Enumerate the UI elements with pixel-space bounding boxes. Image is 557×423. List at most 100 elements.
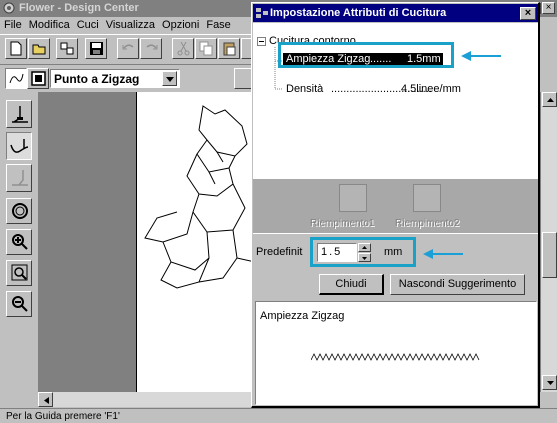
preset-label: Predefinit	[256, 246, 303, 258]
sew-edit-tool[interactable]	[6, 164, 32, 192]
toolbar-stitch: Punto a Zigzag	[0, 64, 260, 90]
sewing-needle-icon	[12, 106, 28, 123]
fill2-swatch	[413, 184, 441, 212]
toolbar-main	[0, 34, 260, 62]
hint-panel: Ampiezza Zigzag	[255, 301, 537, 405]
paste-icon	[223, 42, 236, 56]
copy-icon	[199, 41, 213, 56]
density-value: 4.5linee/mm	[401, 83, 461, 95]
preset-value-input[interactable]: 1.5	[317, 243, 357, 262]
fill-buttons-panel: Riempimento1 Riempimento2	[253, 179, 538, 233]
close-icon: ×	[524, 7, 532, 19]
scroll-left-button[interactable]	[38, 392, 53, 407]
arrow-up-icon	[547, 98, 554, 102]
design-page[interactable]	[136, 92, 260, 392]
zoom-in-tool[interactable]	[6, 229, 32, 255]
menu-visualizza[interactable]: Visualizza	[106, 19, 155, 31]
sewing-edit-icon	[12, 170, 28, 186]
close-button-label: Chiudi	[335, 278, 367, 290]
scissors-icon	[177, 41, 190, 56]
select-circle-tool[interactable]	[6, 198, 32, 224]
arrow-left-icon	[44, 397, 49, 404]
zoom-out-tool[interactable]	[6, 291, 32, 317]
dialog-title: Impostazione Attributi di Cucitura	[270, 7, 447, 19]
stitch-type-dropdown-button[interactable]	[162, 71, 177, 86]
chevron-down-icon	[166, 77, 174, 82]
fill2-label: Riempimento2	[395, 218, 460, 229]
zoom-in-icon	[12, 234, 28, 250]
scroll-thumb[interactable]	[542, 232, 557, 278]
app-title: Flower - Design Center	[19, 2, 139, 14]
close-button[interactable]: Chiudi	[319, 274, 384, 295]
tool-palette	[0, 92, 38, 392]
hide-hint-button[interactable]: Nascondi Suggerimento	[390, 274, 525, 295]
window-close-button[interactable]: ×	[542, 2, 555, 14]
dialog-icon	[256, 8, 268, 18]
menu-bar: File Modifica Cuci Visualizza Opzioni Fase	[0, 17, 260, 33]
tree-item-density[interactable]: Densità ................................…	[283, 83, 483, 97]
zoom-fit-tool[interactable]	[6, 260, 32, 286]
spin-up-button[interactable]	[358, 243, 371, 252]
spin-down-icon	[362, 257, 367, 260]
sewing-attributes-dialog: Impostazione Attributi di Cucitura × Cuc…	[251, 2, 540, 408]
undo-button[interactable]	[117, 38, 139, 59]
hint-title: Ampiezza Zigzag	[260, 310, 345, 322]
status-bar: Per la Guida premere 'F1'	[0, 408, 557, 423]
preset-spinner[interactable]	[358, 243, 371, 262]
preset-value: 1.5	[321, 246, 343, 258]
app-icon	[3, 2, 15, 14]
hide-hint-button-label: Nascondi Suggerimento	[398, 278, 517, 290]
copy-button[interactable]	[195, 38, 217, 59]
fill1-label: Riempimento1	[310, 218, 375, 229]
callout-arrow-icon	[461, 51, 501, 61]
attribute-tree[interactable]: Cucitura contorno Ampiezza Zigzag ......…	[253, 23, 538, 179]
arrow-down-icon	[547, 381, 554, 385]
status-text: Per la Guida premere 'F1'	[6, 411, 120, 422]
scroll-up-button[interactable]	[542, 92, 557, 107]
stitch-type-value: Punto a Zigzag	[54, 72, 140, 86]
menu-opzioni[interactable]: Opzioni	[162, 19, 199, 31]
preset-row: Predefinit 1.5 mm	[253, 233, 538, 269]
menu-fase[interactable]: Fase	[206, 19, 230, 31]
zoom-out-icon	[12, 296, 28, 312]
fill1-swatch	[339, 184, 367, 212]
line-stitch-icon	[9, 73, 24, 84]
horizontal-scrollbar[interactable]	[38, 392, 260, 407]
spin-down-button[interactable]	[358, 253, 371, 262]
preset-callout-arrow-icon	[423, 249, 463, 259]
new-file-button[interactable]	[5, 38, 27, 59]
main-vertical-scrollbar[interactable]	[540, 92, 557, 392]
sew-region-tool[interactable]	[6, 132, 32, 160]
paste-button[interactable]	[218, 38, 240, 59]
undo-icon	[122, 44, 134, 50]
zigzag-preview-icon	[311, 353, 480, 361]
density-label: Densità	[286, 83, 324, 95]
cut-button[interactable]	[172, 38, 194, 59]
open-file-button[interactable]	[28, 38, 50, 59]
import-icon	[60, 42, 74, 55]
import-button[interactable]	[56, 38, 78, 59]
save-button[interactable]	[85, 38, 107, 59]
sew-line-tool[interactable]	[6, 100, 32, 128]
line-stitch-button[interactable]	[5, 68, 27, 89]
design-canvas-area	[38, 92, 260, 392]
menu-modifica[interactable]: Modifica	[29, 19, 70, 31]
menu-file[interactable]: File	[4, 19, 22, 31]
zoom-fit-icon	[11, 264, 28, 281]
new-file-icon	[10, 41, 22, 56]
region-fill-icon	[31, 71, 46, 86]
flower-outline-drawing	[144, 105, 256, 289]
stitch-type-select[interactable]: Punto a Zigzag	[50, 69, 180, 88]
preset-unit: mm	[384, 246, 403, 258]
menu-cuci[interactable]: Cuci	[77, 19, 99, 31]
redo-button[interactable]	[140, 38, 162, 59]
region-stitch-button[interactable]	[27, 68, 49, 89]
tree-collapse-icon	[257, 37, 266, 46]
circle-select-icon	[12, 203, 28, 219]
sewing-zigzag-icon	[10, 139, 29, 153]
dialog-close-button[interactable]: ×	[520, 7, 536, 20]
scroll-down-button[interactable]	[542, 375, 557, 390]
zigzag-width-callout-box	[278, 42, 454, 68]
open-folder-icon	[32, 44, 46, 55]
dialog-titlebar: Impostazione Attributi di Cucitura ×	[253, 4, 538, 22]
